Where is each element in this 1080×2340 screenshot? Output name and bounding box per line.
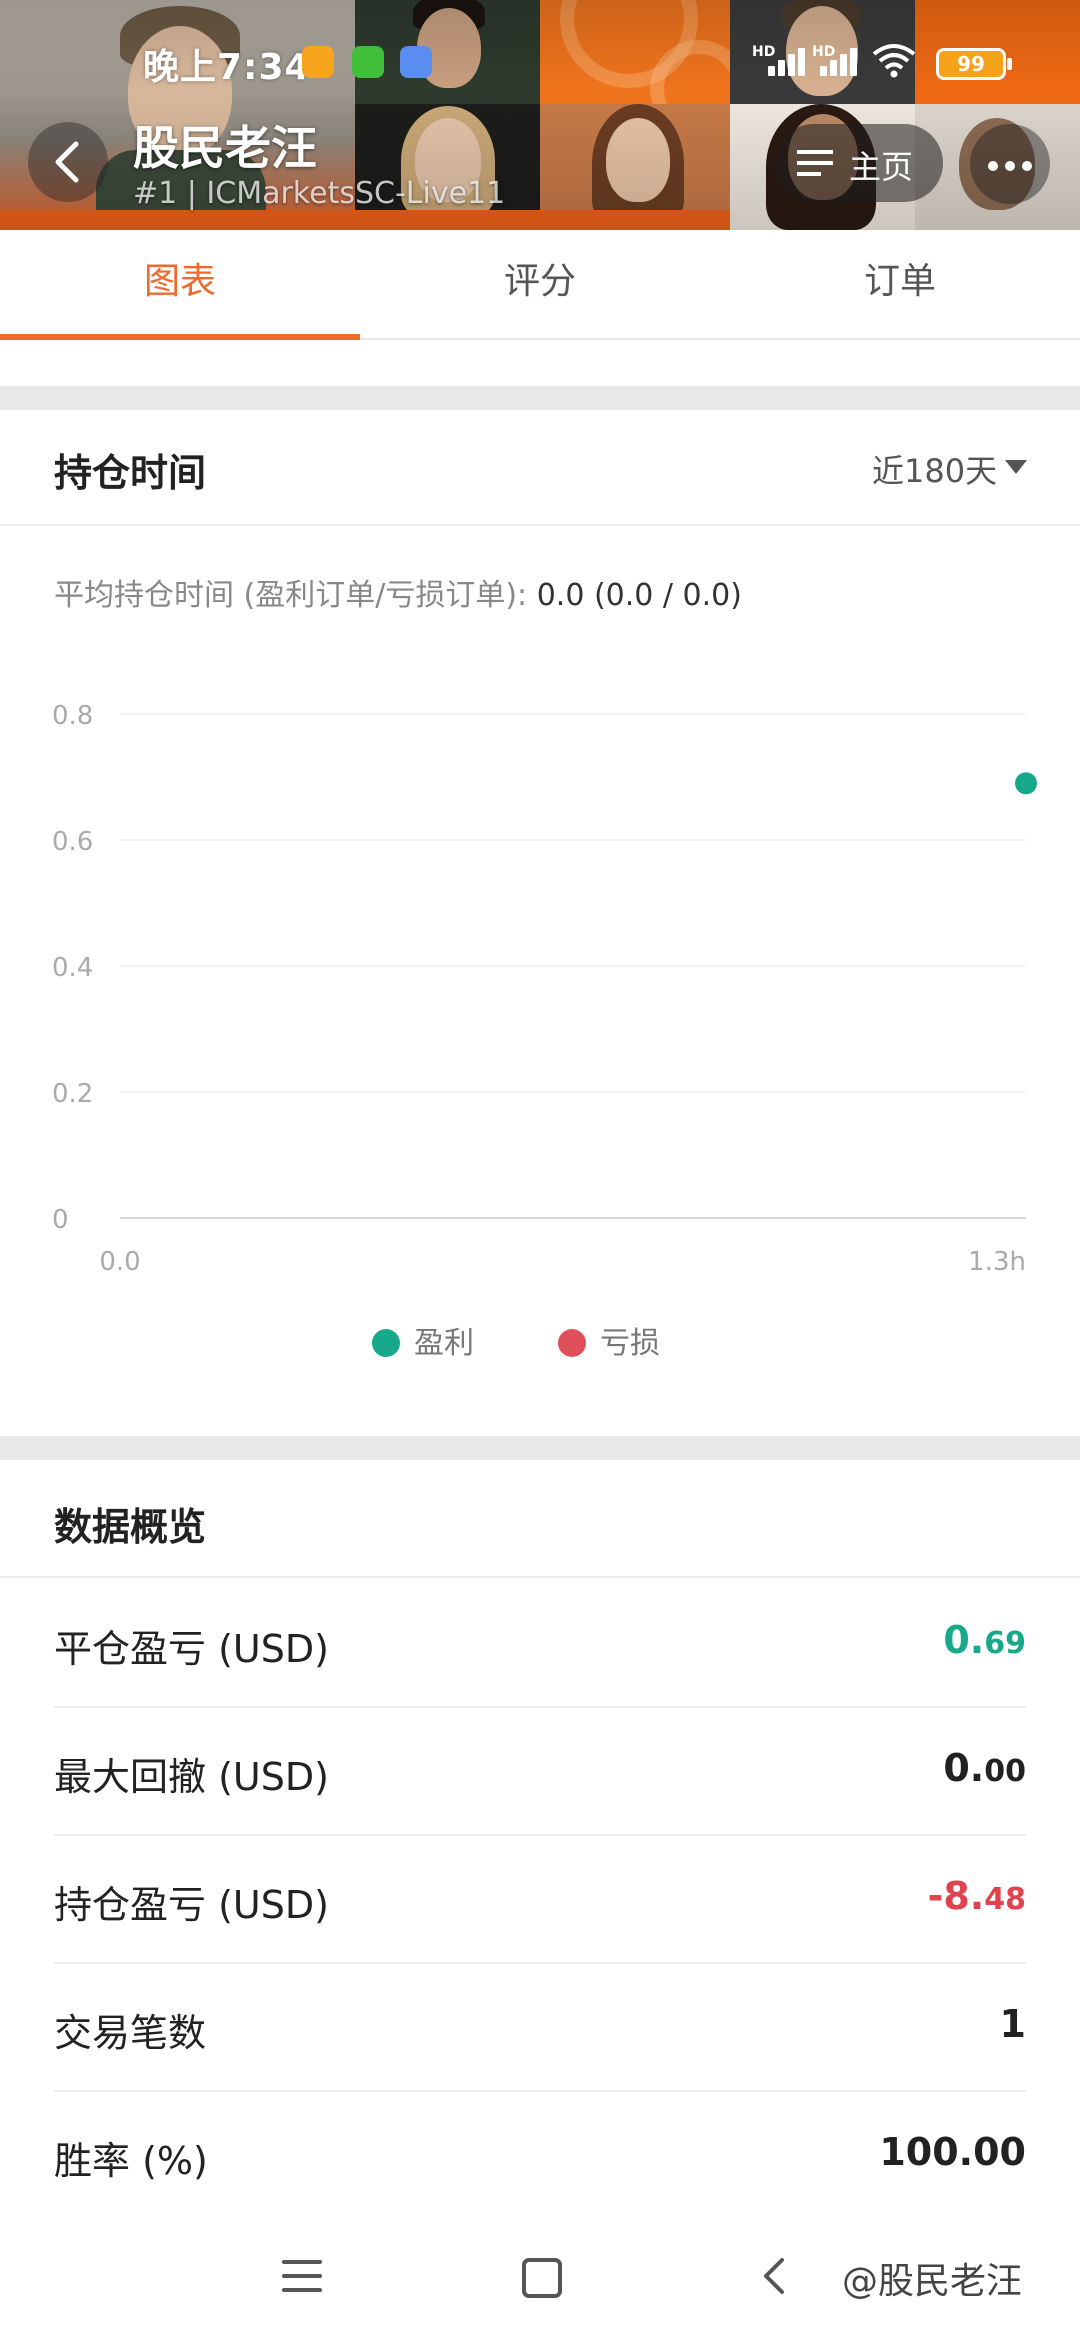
status-time: 晚上7:34	[143, 47, 311, 88]
back-button[interactable]	[28, 122, 108, 202]
account-subtitle: #1 | ICMarketsSC-Live11	[133, 176, 506, 211]
profit-dot-icon	[372, 1329, 400, 1357]
tab-rating[interactable]: 评分	[360, 230, 720, 338]
chevron-left-icon	[55, 141, 79, 183]
overview-row: 最大回撤 (USD) 0.00	[54, 1706, 1026, 1836]
android-notification-icon	[352, 46, 384, 78]
more-dots-icon	[988, 161, 998, 171]
closed-pnl-value: 0.69	[943, 1618, 1026, 1662]
legend-profit-label: 盈利	[414, 1326, 474, 1361]
period-label[interactable]: 近180天	[872, 446, 997, 492]
system-nav-bar: @股民老汪	[0, 2210, 1080, 2340]
home-button[interactable]	[522, 2258, 562, 2298]
holding-time-chart: 0 0.2 0.4 0.6 0.8 0.0 1.3h	[52, 701, 1037, 1277]
legend-loss-label: 亏损	[600, 1326, 660, 1361]
legend-loss[interactable]: 亏损	[558, 1318, 660, 1362]
open-pnl-value: -8.48	[927, 1874, 1026, 1918]
loss-dot-icon	[558, 1329, 586, 1357]
section-gap	[0, 386, 1080, 410]
trade-count-value: 1	[999, 2002, 1026, 2046]
avg-holding-time: 平均持仓时间 (盈利订单/亏损订单): 0.0 (0.0 / 0.0)	[54, 570, 742, 614]
avg-holding-label: 平均持仓时间 (盈利订单/亏损订单):	[54, 578, 537, 613]
y-tick-label: 0.6	[52, 827, 93, 857]
recent-apps-button[interactable]	[282, 2260, 322, 2294]
signal-bars-2-icon	[820, 44, 868, 76]
tab-orders[interactable]: 订单	[720, 230, 1080, 338]
profile-name: 股民老汪	[133, 121, 317, 175]
wifi-icon	[872, 44, 916, 78]
overview-row: 平仓盈亏 (USD) 0.69	[54, 1578, 1026, 1708]
y-tick-label: 0	[52, 1205, 69, 1235]
x-tick-label: 0.0	[99, 1247, 140, 1277]
row-label: 胜率 (%)	[54, 2139, 208, 2183]
tab-bar: 图表 评分 订单	[0, 230, 1080, 340]
message-notification-icon	[302, 46, 334, 78]
x-tick-label: 1.3h	[968, 1247, 1026, 1277]
holding-time-title: 持仓时间	[54, 451, 207, 495]
status-bar: 晚上7:34 HD HD 99	[0, 38, 1080, 88]
app-notification-icon	[400, 46, 432, 78]
profile-header: 晚上7:34 HD HD 99 股民老汪 #1 | ICMarketsSC-Li…	[0, 0, 1080, 230]
home-page-label: 主页	[849, 148, 914, 186]
legend-profit[interactable]: 盈利	[372, 1318, 474, 1362]
avg-holding-value: 0.0 (0.0 / 0.0)	[536, 578, 742, 613]
overview-row: 交易笔数 1	[54, 1962, 1026, 2092]
row-label: 最大回撤 (USD)	[54, 1755, 329, 1799]
y-tick-label: 0.8	[52, 701, 93, 731]
overview-row: 持仓盈亏 (USD) -8.48	[54, 1834, 1026, 1964]
switch-icon	[797, 150, 833, 176]
caret-down-icon	[1005, 460, 1027, 474]
home-page-button[interactable]: 主页	[775, 124, 943, 202]
y-tick-label: 0.4	[52, 953, 93, 983]
back-nav-button[interactable]	[760, 2256, 790, 2296]
row-label: 交易笔数	[54, 2011, 207, 2055]
watermark: @股民老汪	[842, 2261, 1023, 2302]
data-point[interactable]	[1015, 772, 1037, 795]
chart-legend: 盈利 亏损	[0, 1318, 1080, 1361]
signal-bars-1-icon	[768, 44, 816, 76]
more-options-button[interactable]	[970, 124, 1050, 204]
max-drawdown-value: 0.00	[943, 1746, 1026, 1790]
y-tick-label: 0.2	[52, 1079, 93, 1109]
row-label: 平仓盈亏 (USD)	[54, 1627, 329, 1671]
overview-row: 胜率 (%) 100.00	[54, 2090, 1026, 2220]
win-rate-value: 100.00	[879, 2130, 1026, 2174]
row-label: 持仓盈亏 (USD)	[54, 1883, 329, 1927]
overview-title: 数据概览	[54, 1505, 207, 1549]
section-gap	[0, 1436, 1080, 1460]
tab-chart[interactable]: 图表	[0, 230, 360, 340]
battery-icon: 99	[936, 48, 1012, 80]
section-divider	[0, 524, 1080, 526]
